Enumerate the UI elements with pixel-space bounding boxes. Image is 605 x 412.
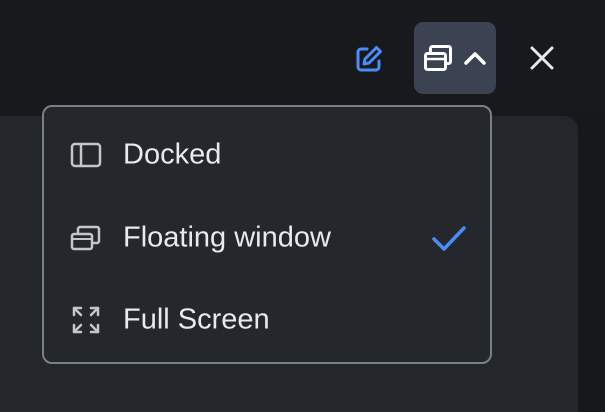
menu-item-floating-window[interactable]: Floating window — [44, 203, 490, 273]
menu-item-label: Floating window — [123, 221, 331, 254]
edit-button[interactable] — [348, 38, 390, 80]
chevron-up-icon — [464, 52, 486, 65]
floating-window-icon — [70, 222, 102, 254]
window-layout-menu: Docked Floating window Full Screen — [42, 105, 492, 364]
full-screen-icon — [70, 304, 102, 336]
menu-item-label: Full Screen — [123, 303, 270, 336]
top-bar — [0, 0, 605, 112]
close-button[interactable] — [520, 36, 564, 80]
window-layout-button[interactable] — [414, 22, 496, 94]
right-gutter — [578, 116, 605, 412]
menu-item-docked[interactable]: Docked — [44, 120, 490, 190]
menu-item-label: Docked — [123, 138, 222, 171]
edit-icon — [356, 46, 382, 72]
docked-panel-icon — [70, 139, 102, 171]
close-icon — [530, 46, 554, 70]
floating-window-icon — [424, 45, 452, 71]
app-screen: Docked Floating window Full Screen — [0, 0, 605, 412]
menu-item-full-screen[interactable]: Full Screen — [44, 285, 490, 355]
checkmark-icon — [432, 226, 466, 251]
